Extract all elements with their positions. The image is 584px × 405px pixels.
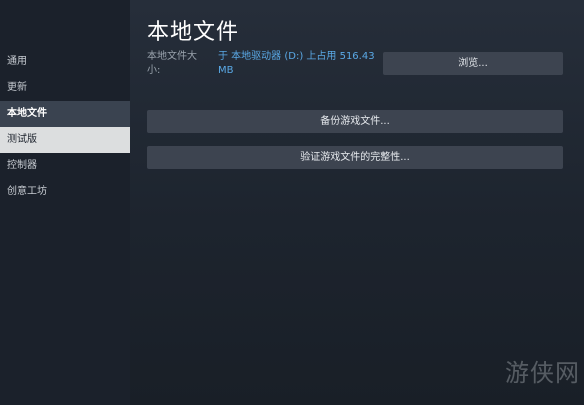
local-files-size-label: 本地文件大小: (147, 51, 197, 76)
watermark-logo: 游侠网 (505, 359, 580, 387)
backup-game-files-button[interactable]: 备份游戏文件... (147, 110, 563, 133)
local-files-panel: 本地文件 本地文件大小: 于 本地驱动器 (D:) 上占用 516.43 MB … (130, 0, 584, 405)
verify-integrity-button[interactable]: 验证游戏文件的完整性... (147, 146, 563, 169)
sidebar-item-workshop[interactable]: 创意工坊 (0, 179, 130, 205)
settings-sidebar: 通用 更新 本地文件 测试版 控制器 创意工坊 (0, 0, 130, 405)
local-files-size-value: 于 本地驱动器 (D:) 上占用 516.43 MB (218, 51, 375, 76)
sidebar-item-betas[interactable]: 测试版 (0, 127, 130, 153)
browse-button[interactable]: 浏览... (383, 52, 563, 75)
sidebar-item-general[interactable]: 通用 (0, 49, 130, 75)
sidebar-item-controller[interactable]: 控制器 (0, 153, 130, 179)
sidebar-item-local-files[interactable]: 本地文件 (0, 101, 130, 127)
page-title: 本地文件 (147, 20, 240, 45)
sidebar-item-updates[interactable]: 更新 (0, 75, 130, 101)
